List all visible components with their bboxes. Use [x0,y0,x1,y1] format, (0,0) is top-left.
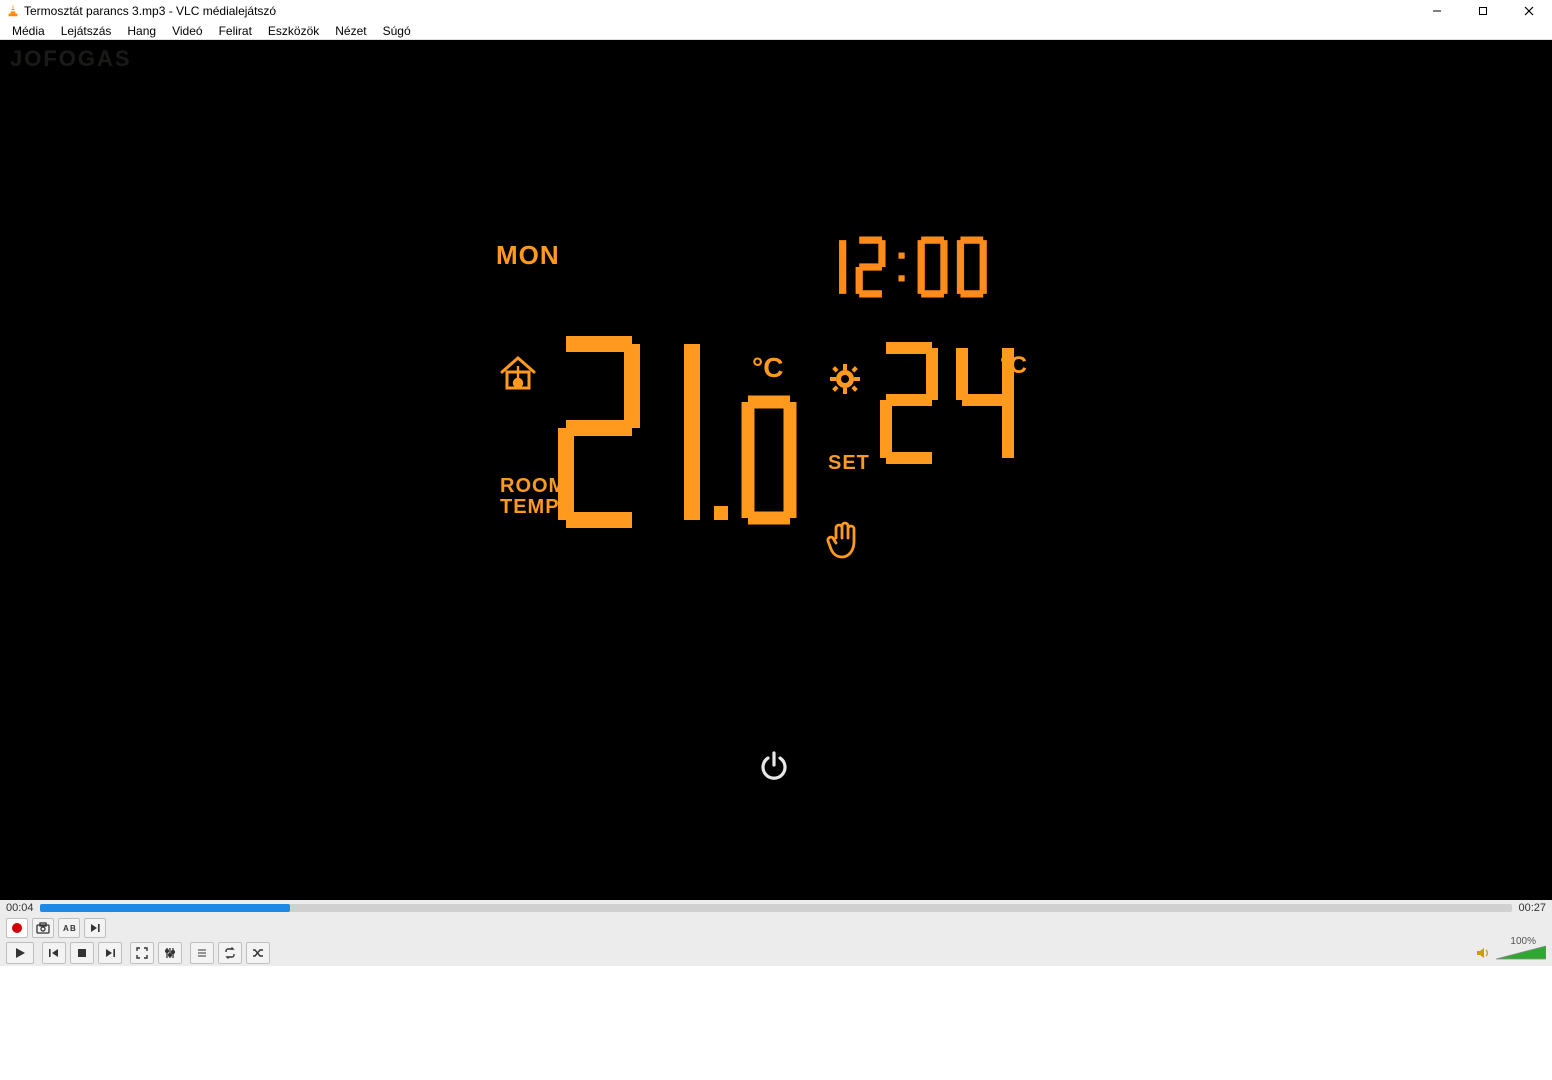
volume-group: 100% [1476,940,1546,966]
menu-subtitle[interactable]: Felirat [211,22,260,40]
watermark-text: JOFOGAS [10,46,132,72]
menu-view[interactable]: Nézet [327,22,374,40]
svg-text:B: B [70,924,76,933]
set-temp-unit: °C [1000,352,1027,380]
menu-playback[interactable]: Lejátszás [53,22,120,40]
next-button[interactable] [98,942,122,964]
extended-settings-button[interactable] [158,942,182,964]
title-bar: Termosztát parancs 3.mp3 - VLC médialejá… [0,0,1552,22]
svg-text:A: A [63,924,69,933]
record-button[interactable] [6,918,28,938]
close-button[interactable] [1506,0,1552,22]
gear-icon [830,364,860,394]
menu-bar: Média Lejátszás Hang Videó Felirat Eszkö… [0,22,1552,40]
main-toolbar: 100% [0,940,1552,966]
previous-button[interactable] [42,942,66,964]
seek-row: 00:04 00:27 [0,900,1552,916]
frame-step-button[interactable] [84,918,106,938]
loop-ab-button[interactable]: AB [58,918,80,938]
maximize-button[interactable] [1460,0,1506,22]
seek-fill [40,904,290,912]
blank-area [0,966,1552,1080]
menu-tools[interactable]: Eszközök [260,22,327,40]
clock-display [822,236,1018,298]
day-label: MON [496,240,560,271]
volume-label: 100% [1510,936,1536,947]
house-thermometer-icon [498,354,538,392]
advanced-toolbar: AB [0,916,1552,940]
thermostat-display: MON [496,240,560,271]
seek-bar[interactable] [40,904,1513,912]
room-temp-unit: °C [752,352,783,384]
video-area[interactable]: JOFOGAS MON [0,40,1552,900]
power-icon [758,750,790,782]
menu-help[interactable]: Súgó [375,22,419,40]
loop-button[interactable] [218,942,242,964]
time-elapsed[interactable]: 00:04 [6,902,34,914]
hand-icon [826,520,860,560]
play-button[interactable] [6,942,34,964]
menu-audio[interactable]: Hang [119,22,164,40]
menu-video[interactable]: Videó [164,22,210,40]
minimize-button[interactable] [1414,0,1460,22]
window-controls [1414,0,1552,22]
speaker-icon[interactable] [1476,946,1490,960]
set-label: SET [828,452,870,475]
window-title: Termosztát parancs 3.mp3 - VLC médialejá… [24,4,1414,18]
playlist-button[interactable] [190,942,214,964]
vlc-cone-icon [6,4,20,18]
fullscreen-button[interactable] [130,942,154,964]
menu-media[interactable]: Média [4,22,53,40]
clock-digits [822,236,1018,298]
snapshot-button[interactable] [32,918,54,938]
shuffle-button[interactable] [246,942,270,964]
room-label-2: TEMP [500,496,560,518]
time-total[interactable]: 00:27 [1518,902,1546,914]
stop-button[interactable] [70,942,94,964]
